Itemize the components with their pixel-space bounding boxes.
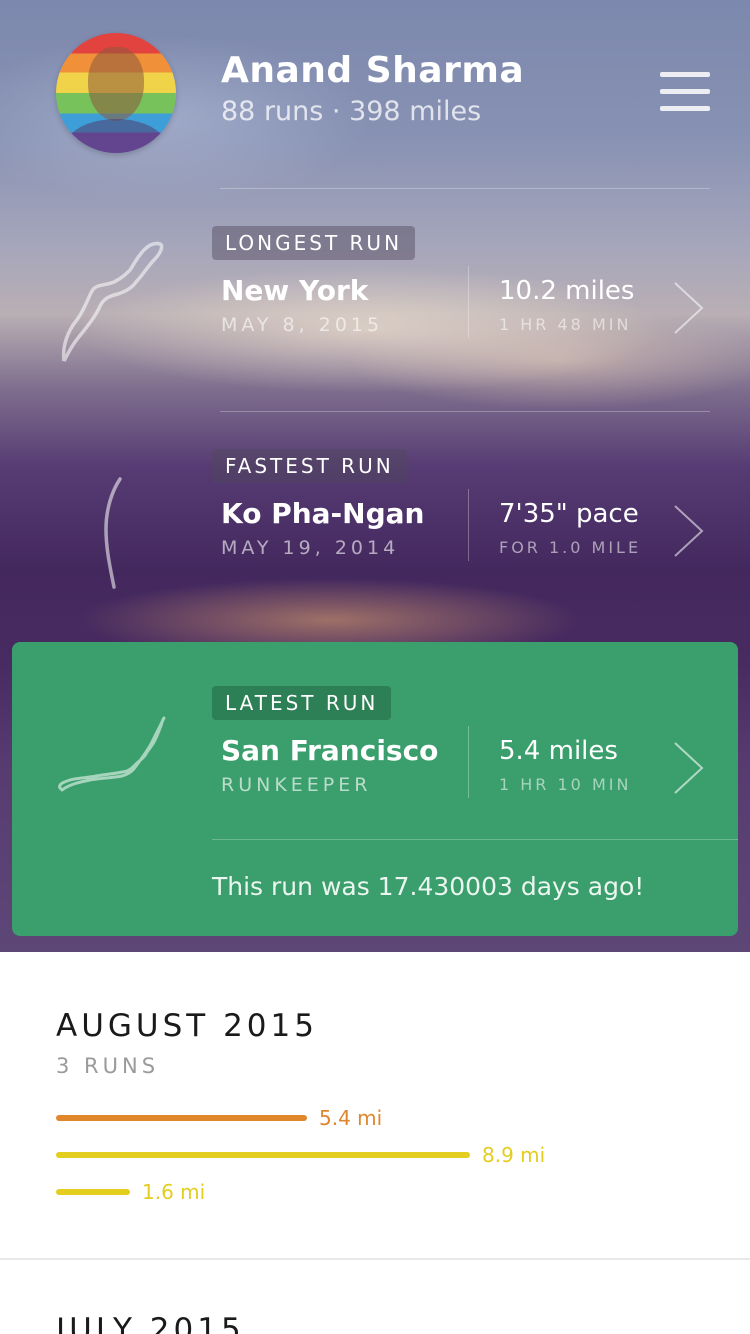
month-title: JULY 2015 <box>56 1312 245 1334</box>
menu-line <box>660 89 710 94</box>
menu-line <box>660 72 710 77</box>
vertical-divider <box>468 726 469 798</box>
route-map-icon <box>104 477 122 589</box>
avatar-shoulders <box>64 119 168 153</box>
month-run-count: 3 RUNS <box>56 1054 160 1078</box>
run-location: San Francisco <box>221 734 439 767</box>
menu-line <box>660 106 710 111</box>
run-location: New York <box>221 274 369 307</box>
run-tag: FASTEST RUN <box>212 449 407 483</box>
run-duration: 1 HR 10 MIN <box>499 775 632 794</box>
avatar[interactable] <box>56 33 176 153</box>
latest-run-content: LATEST RUN San Francisco RUNKEEPER 5.4 m… <box>12 686 738 846</box>
run-bar <box>56 1189 130 1195</box>
avatar-face <box>88 47 144 121</box>
fastest-run-card[interactable]: FASTEST RUN Ko Pha-Ngan MAY 19, 2014 7'3… <box>0 449 750 609</box>
run-bar-label: 1.6 mi <box>142 1180 206 1204</box>
user-stats: 88 runs · 398 miles <box>221 96 482 127</box>
run-tag: LATEST RUN <box>212 686 392 720</box>
run-pace-distance: FOR 1.0 MILE <box>499 538 642 557</box>
user-name: Anand Sharma <box>221 50 525 91</box>
vertical-divider <box>468 489 469 561</box>
month-section[interactable]: JULY 2015 <box>0 1312 750 1334</box>
run-source: RUNKEEPER <box>221 774 372 796</box>
month-title: AUGUST 2015 <box>56 1008 318 1044</box>
latest-run-message: This run was 17.430003 days ago! <box>212 872 645 901</box>
section-divider <box>0 1258 750 1260</box>
chevron-right-icon[interactable] <box>672 503 706 559</box>
divider <box>212 839 738 840</box>
run-pace: 7'35" pace <box>499 499 639 529</box>
run-bar <box>56 1152 470 1158</box>
run-distance: 5.4 miles <box>499 736 618 766</box>
longest-run-card[interactable]: LONGEST RUN New York MAY 8, 2015 10.2 mi… <box>0 226 750 386</box>
run-date: MAY 19, 2014 <box>221 537 400 559</box>
hamburger-menu-icon[interactable] <box>660 72 710 112</box>
run-bar <box>56 1115 307 1121</box>
divider <box>220 188 710 189</box>
route-map-icon <box>61 241 164 362</box>
run-distance: 10.2 miles <box>499 276 635 306</box>
chevron-right-icon[interactable] <box>672 740 706 796</box>
run-date: MAY 8, 2015 <box>221 314 384 336</box>
run-tag: LONGEST RUN <box>212 226 416 260</box>
vertical-divider <box>468 266 469 338</box>
route-map-icon <box>58 716 166 792</box>
chevron-right-icon[interactable] <box>672 280 706 336</box>
run-bar-label: 5.4 mi <box>319 1106 383 1130</box>
divider <box>220 411 710 412</box>
run-location: Ko Pha-Ngan <box>221 497 425 530</box>
run-bar-label: 8.9 mi <box>482 1143 546 1167</box>
month-section[interactable]: AUGUST 2015 3 RUNS 5.4 mi 8.9 mi 1.6 mi <box>0 1008 750 1208</box>
run-duration: 1 HR 48 MIN <box>499 315 632 334</box>
latest-run-card[interactable]: LATEST RUN San Francisco RUNKEEPER 5.4 m… <box>12 642 738 936</box>
